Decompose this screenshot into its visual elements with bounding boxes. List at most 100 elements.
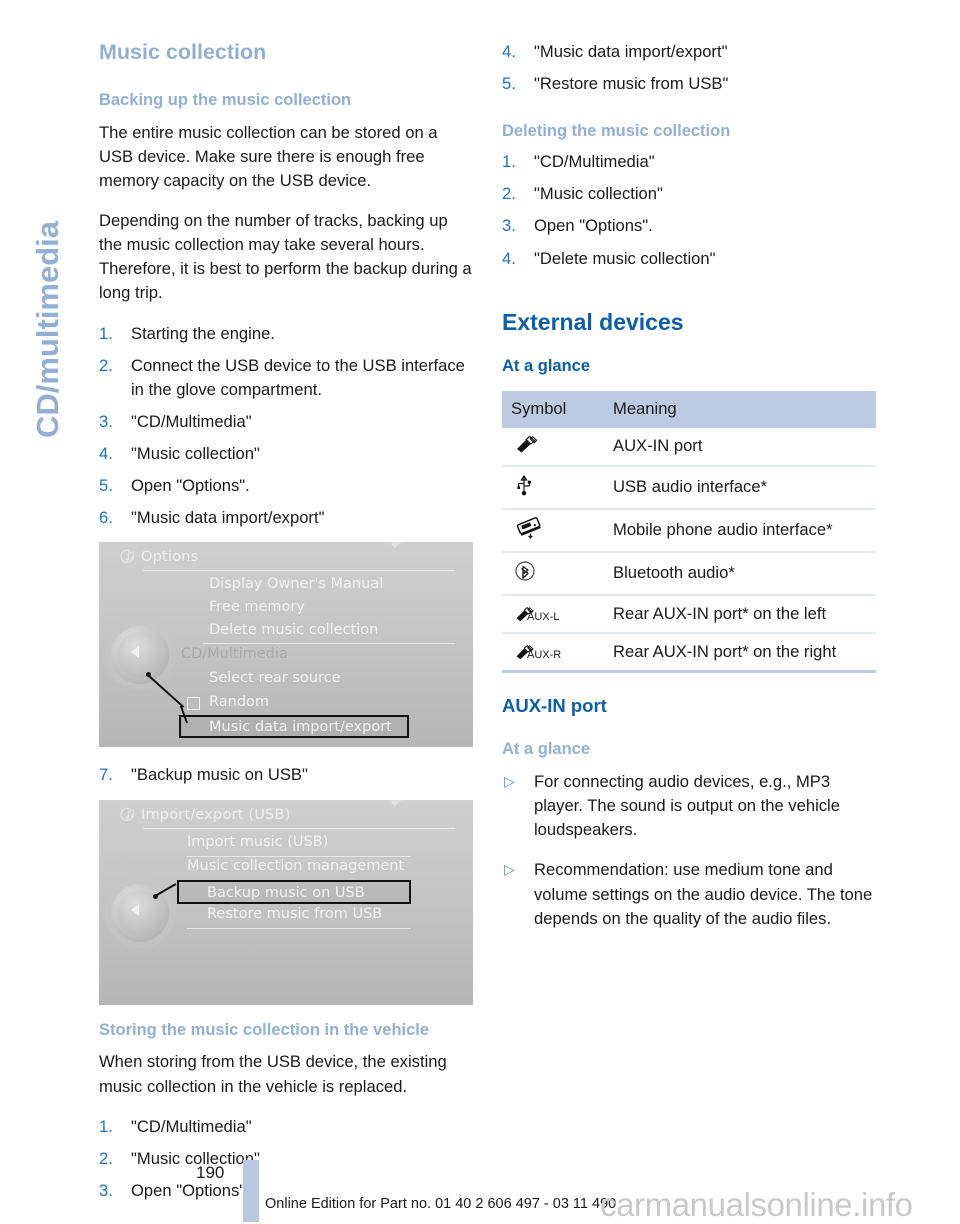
- footer-edition-text: Online Edition for Part no. 01 40 2 606 …: [265, 1196, 617, 1212]
- list-item: 1. Starting the engine.: [99, 322, 473, 346]
- list-item: 3. "CD/Multimedia": [99, 410, 473, 434]
- step-text: "Music collection": [534, 184, 663, 204]
- table-row: AUX-R Rear AUX-IN port* on the right: [502, 632, 876, 673]
- idrive-menu-item[interactable]: Music collection management: [187, 858, 404, 874]
- step-text: Connect the USB device to the USB interf…: [131, 355, 465, 399]
- list-item: 1. "CD/Multimedia": [502, 150, 876, 174]
- chapter-side-tab-label: CD/multimedia: [30, 220, 65, 438]
- idrive-title: Options: [141, 549, 199, 566]
- paragraph-storing: When storing from the USB device, the ex…: [99, 1052, 447, 1096]
- idrive-screenshot-options: Options Display Owner's Manual Free memo…: [99, 542, 473, 748]
- idrive-screenshot-import-export: Import/export (USB) Import music (USB) M…: [99, 799, 473, 1005]
- table-cell-meaning: USB audio interface*: [604, 465, 876, 510]
- right-column: 4. "Music data import/export" 5. "Restore …: [502, 40, 876, 947]
- heading-backing-up: Backing up the music collection: [99, 90, 352, 109]
- idrive-menu-item[interactable]: Random: [209, 694, 269, 710]
- footer-accent-bar: [243, 1160, 259, 1222]
- step-text: "CD/Multimedia": [131, 411, 252, 431]
- heading-at-a-glance-aux: At a glance: [502, 740, 591, 759]
- list-item: 7. "Backup music on USB": [99, 763, 473, 787]
- rear-aux-l-label: AUX-L: [527, 610, 560, 623]
- table-cell-meaning: Bluetooth audio*: [604, 551, 876, 596]
- idrive-highlighted-item[interactable]: Music data import/export: [179, 715, 409, 739]
- step-text: Open "Options".: [131, 476, 250, 496]
- list-item: 5. "Restore music from USB": [502, 72, 876, 96]
- table-row: Bluetooth audio*: [502, 551, 876, 596]
- table-cell-meaning: AUX-IN port: [604, 427, 876, 467]
- list-item: 1. "CD/Multimedia": [99, 1115, 473, 1139]
- step-number: 3.: [502, 216, 516, 236]
- list-item: 4. "Delete music collection": [502, 247, 876, 271]
- heading-at-a-glance-external: At a glance: [502, 357, 591, 376]
- deleting-steps-list: 1. "CD/Multimedia" 2. "Music collection" 3…: [502, 150, 876, 271]
- chapter-side-tab: CD/multimedia: [0, 0, 92, 520]
- table-cell-meaning: Mobile phone audio interface*: [604, 508, 876, 553]
- list-item: ▷ Recommendation: use medium tone and vo…: [502, 858, 876, 930]
- column-header-symbol: Symbol: [502, 390, 604, 428]
- table-row: AUX-L Rear AUX-IN port* on the left: [502, 594, 876, 634]
- table-header-row: Symbol Meaning: [502, 390, 876, 428]
- bullet-text: For connecting audio devices, e.g., MP3 …: [534, 771, 840, 840]
- step-text: "CD/Multimedia": [131, 1116, 252, 1136]
- page-number: 190: [196, 1163, 225, 1182]
- idrive-highlighted-item-label: Backup music on USB: [207, 884, 365, 901]
- symbol-meaning-table: Symbol Meaning AUX-IN port USB audio int…: [502, 390, 876, 673]
- section-title-aux-in-port: AUX-IN port: [502, 694, 607, 716]
- usb-trident-icon: [502, 465, 604, 510]
- table-body: AUX-IN port USB audio interface* Mobile …: [502, 427, 876, 673]
- idrive-menu-item[interactable]: Free memory: [209, 599, 305, 615]
- multimedia-note-icon: [119, 807, 137, 823]
- step-text: "Music collection": [131, 444, 260, 464]
- table-row: USB audio interface*: [502, 465, 876, 510]
- storing-steps-list: 1. "CD/Multimedia" 2. "Music collection" 3…: [99, 1115, 473, 1203]
- list-item: 4. "Music collection": [99, 442, 473, 466]
- step-number: 1.: [99, 323, 113, 343]
- idrive-menu-item[interactable]: Import music (USB): [187, 834, 328, 850]
- idrive-menu-item[interactable]: Display Owner's Manual: [209, 576, 383, 592]
- left-column: Music collection Backing up the music co…: [99, 40, 473, 1211]
- paragraph-backup-1: The entire music collection can be store…: [99, 122, 438, 190]
- step-number: 4.: [99, 444, 113, 464]
- column-header-meaning: Meaning: [604, 390, 876, 428]
- step-number: 6.: [99, 508, 113, 528]
- step-text: "Music data import/export": [131, 508, 325, 528]
- heading-storing-music: Storing the music collection in the vehi…: [99, 1020, 430, 1039]
- continued-steps-list: 4. "Music data import/export" 5. "Restore …: [502, 40, 876, 96]
- list-item: 2. "Music collection": [99, 1147, 473, 1171]
- idrive-highlighted-item[interactable]: Backup music on USB: [177, 879, 411, 904]
- step-number: 4.: [502, 42, 516, 61]
- step-text: "Delete music collection": [534, 248, 716, 268]
- step-text: "CD/Multimedia": [534, 152, 655, 172]
- list-item: ▷ For connecting audio devices, e.g., MP…: [502, 770, 876, 842]
- heading-deleting-music: Deleting the music collection: [502, 122, 731, 141]
- step-number: 1.: [502, 152, 516, 172]
- page-title: Music collection: [99, 40, 267, 64]
- idrive-menu-item[interactable]: Select rear source: [209, 670, 341, 686]
- step-text: Open "Options".: [534, 216, 653, 236]
- idrive-highlighted-item-label: Music data import/export: [209, 719, 392, 736]
- bluetooth-icon: [502, 551, 604, 596]
- paragraph-backup-2: Depending on the number of tracks, backi…: [99, 210, 472, 303]
- step-number: 3.: [99, 411, 113, 431]
- checkbox-icon[interactable]: [187, 697, 200, 711]
- step-text: Open "Options".: [131, 1180, 250, 1200]
- list-item: 5. Open "Options".: [99, 474, 473, 498]
- rear-aux-l-icon: AUX-L: [502, 594, 604, 634]
- step-number: 1.: [99, 1116, 113, 1136]
- list-item: 2. "Music collection": [502, 182, 876, 206]
- step-number: 2.: [99, 355, 113, 375]
- list-item: 2. Connect the USB device to the USB inte…: [99, 354, 473, 402]
- multimedia-note-icon: [119, 549, 137, 565]
- idrive-left-arrow-icon: [131, 646, 139, 659]
- step-number: 7.: [99, 765, 113, 785]
- idrive-menu-item[interactable]: Delete music collection: [209, 622, 378, 638]
- list-item: 4. "Music data import/export": [502, 40, 876, 64]
- step-number: 2.: [99, 1148, 113, 1168]
- step-number: 4.: [502, 248, 516, 268]
- table-row: AUX-IN port: [502, 427, 876, 467]
- idrive-menu-item[interactable]: Restore music from USB: [207, 906, 382, 922]
- rear-aux-r-icon: AUX-R: [502, 632, 604, 673]
- table-row: Mobile phone audio interface*: [502, 508, 876, 553]
- backup-steps-list: 1. Starting the engine. 2. Connect the USB…: [99, 322, 473, 531]
- step-number: 5.: [502, 74, 516, 94]
